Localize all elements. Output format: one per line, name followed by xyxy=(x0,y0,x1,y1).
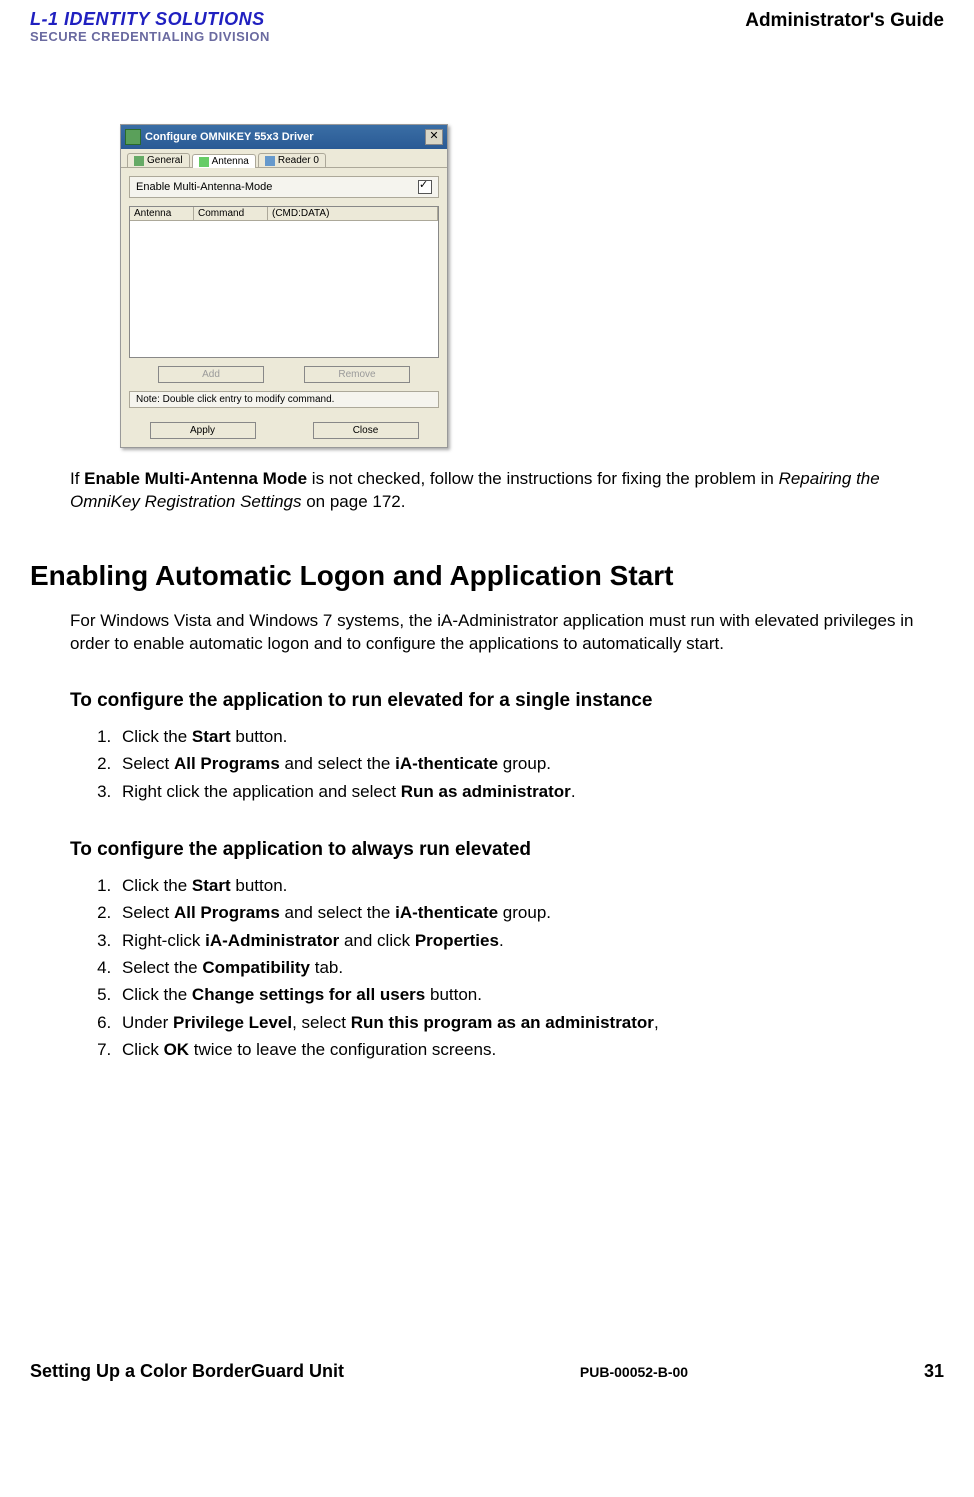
tab-general[interactable]: General xyxy=(127,153,190,167)
footer-left: Setting Up a Color BorderGuard Unit xyxy=(30,1361,344,1382)
col-data: (CMD:DATA) xyxy=(268,207,438,220)
subheading-always: To configure the application to always r… xyxy=(70,839,924,861)
tab-antenna[interactable]: Antenna xyxy=(192,154,256,168)
dialog-icon xyxy=(125,129,141,145)
para-intro: For Windows Vista and Windows 7 systems,… xyxy=(70,610,924,656)
subheading-single: To configure the application to run elev… xyxy=(70,690,924,712)
dialog-tabs: General Antenna Reader 0 xyxy=(121,149,447,168)
section-heading: Enabling Automatic Logon and Application… xyxy=(30,560,944,592)
col-command: Command xyxy=(194,207,268,220)
list-item: Click OK twice to leave the configuratio… xyxy=(116,1037,924,1063)
list-item: Click the Start button. xyxy=(116,724,924,750)
multi-antenna-label: Enable Multi-Antenna-Mode xyxy=(136,181,272,193)
text: If xyxy=(70,469,84,488)
multi-antenna-row: Enable Multi-Antenna-Mode xyxy=(129,176,439,198)
steps-always: Click the Start button. Select All Progr… xyxy=(70,873,924,1063)
list-item: Right click the application and select R… xyxy=(116,779,924,805)
close-button[interactable]: Close xyxy=(313,422,419,439)
antenna-icon xyxy=(199,157,209,167)
col-antenna: Antenna xyxy=(130,207,194,220)
list-item: Select the Compatibility tab. xyxy=(116,955,924,981)
guide-title: Administrator's Guide xyxy=(745,10,944,32)
steps-single: Click the Start button. Select All Progr… xyxy=(70,724,924,805)
list-item: Click the Start button. xyxy=(116,873,924,899)
logo: L-1 IDENTITY SOLUTIONS SECURE CREDENTIAL… xyxy=(30,10,270,44)
text: is not checked, follow the instructions … xyxy=(307,469,779,488)
reader-icon xyxy=(265,156,275,166)
list-item: Select All Programs and select the iA-th… xyxy=(116,751,924,777)
list-item: Under Privilege Level, select Run this p… xyxy=(116,1010,924,1036)
omnikey-dialog: Configure OMNIKEY 55x3 Driver ✕ General … xyxy=(120,124,448,448)
tab-antenna-label: Antenna xyxy=(212,156,249,167)
close-icon[interactable]: ✕ xyxy=(425,129,443,145)
dialog-title: Configure OMNIKEY 55x3 Driver xyxy=(145,131,314,143)
antenna-listbox[interactable]: Antenna Command (CMD:DATA) xyxy=(129,206,439,358)
list-header: Antenna Command (CMD:DATA) xyxy=(130,207,438,221)
tab-general-label: General xyxy=(147,155,183,166)
logo-line1: L-1 IDENTITY SOLUTIONS xyxy=(30,10,270,30)
dialog-titlebar: Configure OMNIKEY 55x3 Driver ✕ xyxy=(121,125,447,149)
para-multi-antenna: If Enable Multi-Antenna Mode is not chec… xyxy=(70,468,924,514)
list-item: Click the Change settings for all users … xyxy=(116,982,924,1008)
text: on page 172. xyxy=(302,492,406,511)
multi-antenna-checkbox[interactable] xyxy=(418,180,432,194)
add-button[interactable]: Add xyxy=(158,366,264,383)
remove-button[interactable]: Remove xyxy=(304,366,410,383)
apply-button[interactable]: Apply xyxy=(150,422,256,439)
page-footer: Setting Up a Color BorderGuard Unit PUB-… xyxy=(30,1361,944,1382)
logo-line2: SECURE CREDENTIALING DIVISION xyxy=(30,30,270,44)
footer-center: PUB-00052-B-00 xyxy=(580,1364,688,1380)
tab-reader-label: Reader 0 xyxy=(278,155,319,166)
list-item: Right-click iA-Administrator and click P… xyxy=(116,928,924,954)
text-bold: Enable Multi-Antenna Mode xyxy=(84,469,307,488)
general-icon xyxy=(134,156,144,166)
tab-reader[interactable]: Reader 0 xyxy=(258,153,326,167)
footer-right: 31 xyxy=(924,1361,944,1382)
dialog-note: Note: Double click entry to modify comma… xyxy=(129,391,439,408)
list-item: Select All Programs and select the iA-th… xyxy=(116,900,924,926)
